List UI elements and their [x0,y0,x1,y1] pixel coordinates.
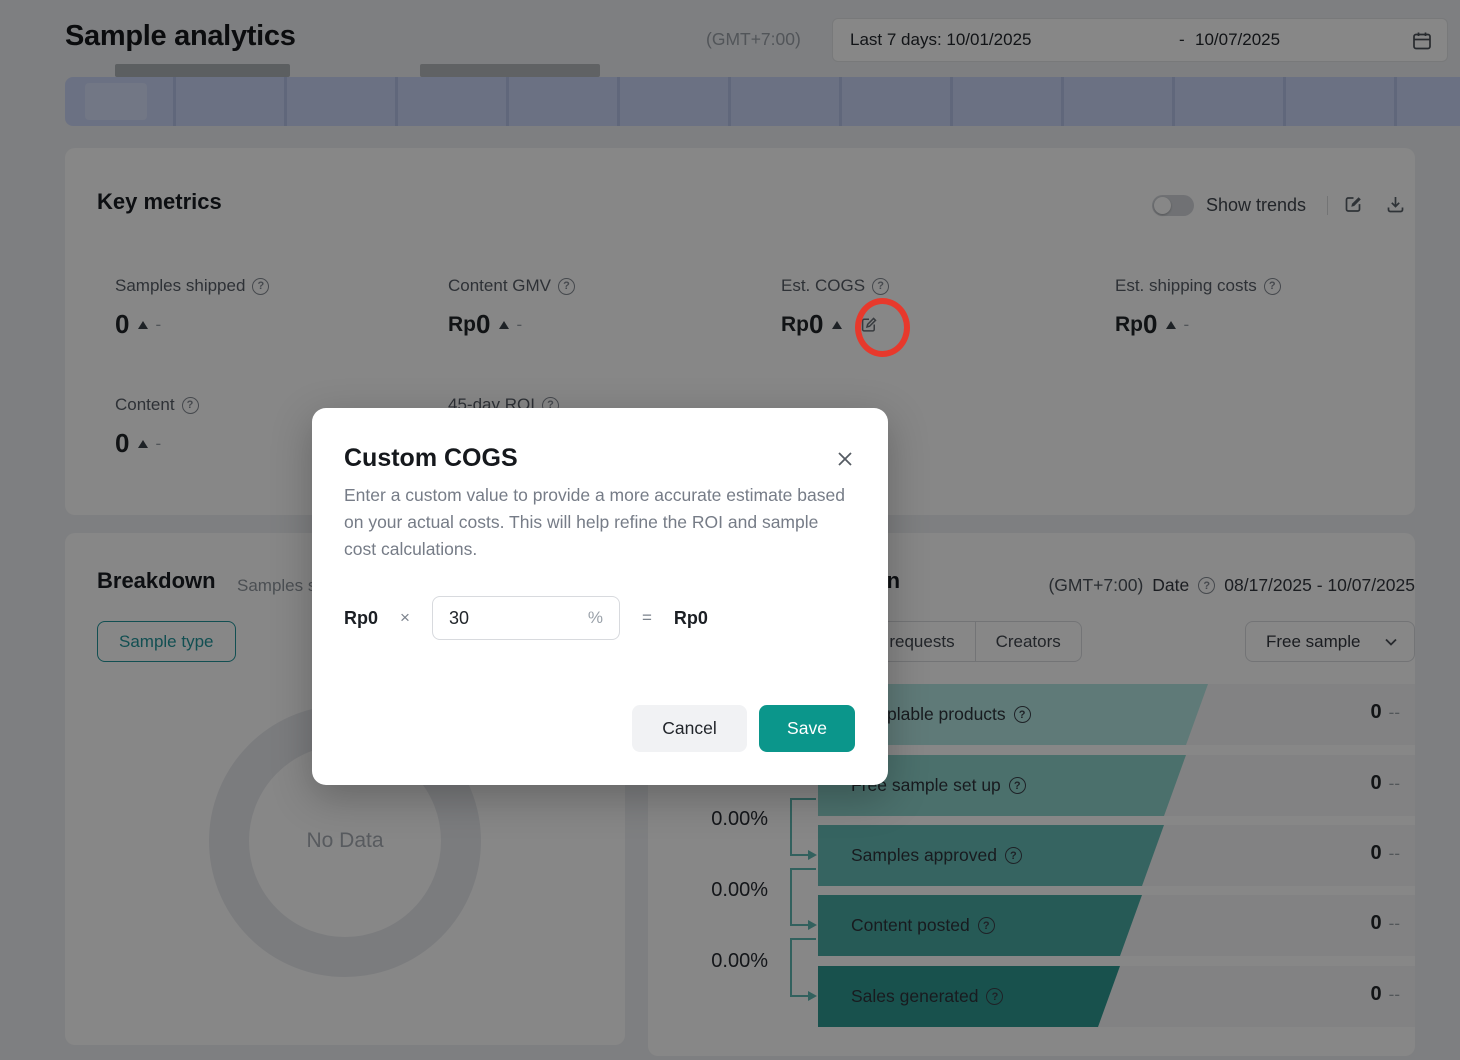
percent-input[interactable] [449,608,569,629]
percent-unit: % [588,608,603,628]
modal-title: Custom COGS [344,444,518,473]
equals-operator: = [642,608,652,628]
formula-base: Rp0 [344,608,378,629]
annotation-circle [855,298,910,357]
percent-input-box: % [432,596,620,640]
cogs-formula: Rp0 × % = Rp0 [344,596,708,640]
modal-description: Enter a custom value to provide a more a… [344,482,846,563]
cancel-button[interactable]: Cancel [632,705,747,752]
formula-result: Rp0 [674,608,708,629]
multiply-operator: × [400,608,410,628]
custom-cogs-modal: Custom COGS Enter a custom value to prov… [312,408,888,785]
close-icon[interactable] [834,448,856,470]
save-button[interactable]: Save [759,705,855,752]
